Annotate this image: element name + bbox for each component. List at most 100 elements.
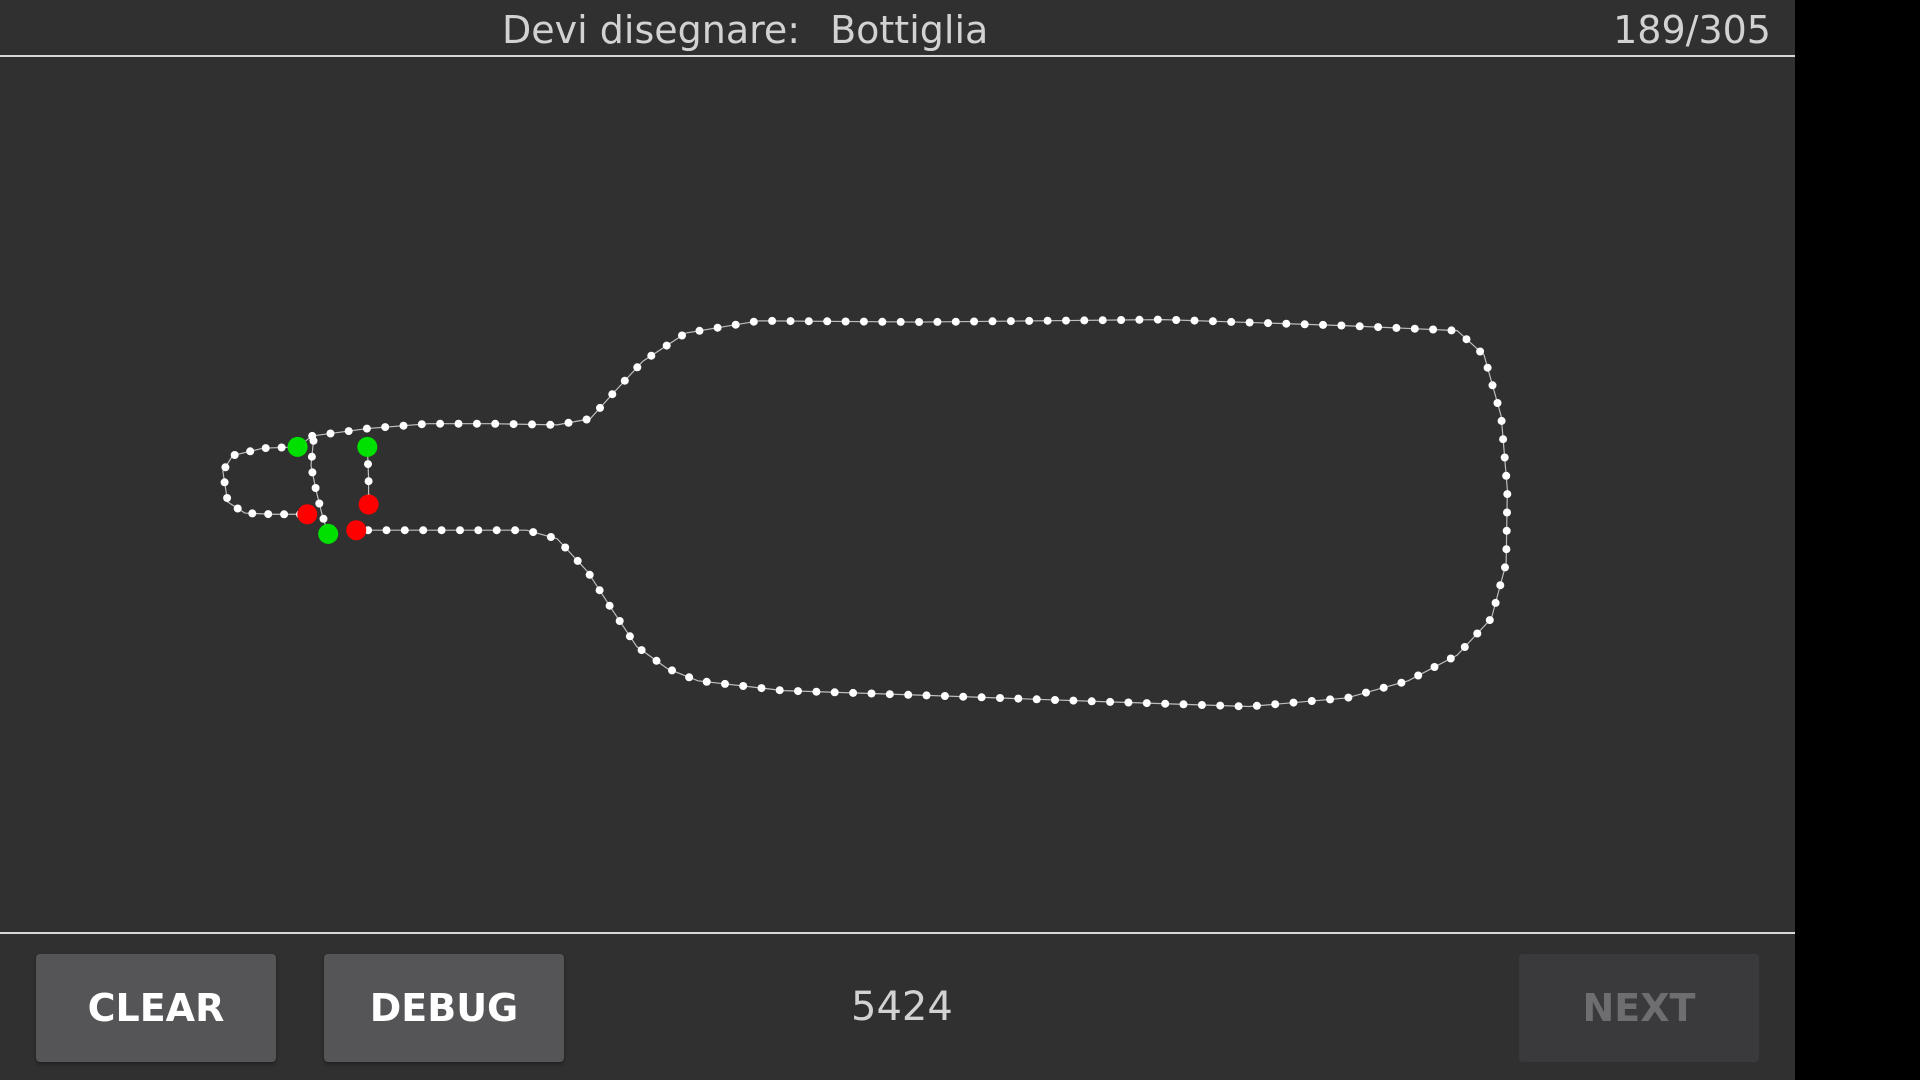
stroke-point	[608, 390, 617, 399]
stroke-point	[652, 656, 661, 665]
stroke-point	[1197, 701, 1206, 709]
stroke-point	[277, 443, 286, 452]
stroke-point	[382, 526, 391, 535]
stroke-point	[399, 421, 408, 430]
stroke-point	[830, 688, 839, 697]
stroke-point	[775, 686, 784, 695]
stroke-point	[492, 526, 501, 535]
stroke-point	[454, 419, 463, 428]
sketch-svg	[220, 315, 1512, 711]
stroke-point	[436, 419, 445, 428]
stroke-point	[1227, 317, 1236, 326]
stroke-point	[1497, 416, 1506, 425]
stroke-point	[582, 415, 591, 424]
stroke-point	[1460, 643, 1469, 651]
stroke-point	[1499, 435, 1508, 444]
stroke-point	[311, 484, 320, 492]
stroke-point	[996, 694, 1004, 702]
stroke-point	[1344, 693, 1353, 702]
stroke-point	[437, 526, 446, 535]
stroke-point	[620, 376, 629, 385]
stroke-point	[739, 682, 748, 690]
stroke-point	[261, 444, 270, 453]
stroke-point	[625, 632, 634, 641]
header-bar: Devi disegnare: Bottiglia 189/305	[0, 0, 1795, 57]
stroke-point	[1153, 315, 1162, 324]
stroke-point	[1414, 671, 1423, 680]
stroke-point	[662, 341, 671, 350]
stroke-point	[749, 317, 758, 326]
stroke-point	[1117, 316, 1126, 324]
stroke-point	[1503, 490, 1512, 499]
stroke-point	[904, 690, 913, 699]
stroke-point	[1462, 335, 1471, 344]
stroke-point	[1500, 453, 1509, 462]
stroke-point	[1043, 316, 1052, 325]
stroke-point	[546, 420, 555, 429]
stroke-point	[977, 693, 986, 702]
stroke-point	[1245, 318, 1254, 327]
stroke-point	[1234, 702, 1243, 711]
footer-bar: CLEAR DEBUG 5424 NEXT	[0, 936, 1795, 1080]
stroke-point	[1488, 381, 1497, 390]
end-marker	[346, 520, 367, 541]
start-marker	[357, 436, 378, 457]
stroke-point	[1502, 545, 1511, 554]
stroke-point	[867, 689, 876, 698]
stroke-point	[1216, 701, 1225, 710]
stroke-point	[1025, 316, 1034, 325]
stroke-point	[400, 526, 409, 535]
next-button[interactable]: NEXT	[1519, 954, 1759, 1062]
stroke-point	[1051, 696, 1059, 704]
stroke-point	[564, 418, 573, 427]
stroke-bottle-outline	[293, 315, 1512, 711]
stroke-point	[702, 677, 711, 686]
stroke-point	[309, 436, 318, 445]
drawing-app: Devi disegnare: Bottiglia 189/305 CLEAR D…	[0, 0, 1795, 1080]
stroke-point	[605, 601, 614, 610]
stroke-point	[1362, 688, 1370, 697]
stroke-point	[637, 646, 646, 655]
stroke-point	[1397, 678, 1406, 687]
stroke-point	[1502, 471, 1511, 480]
stroke-point	[678, 331, 686, 340]
stroke-point	[1264, 319, 1272, 328]
end-marker	[358, 494, 379, 515]
stroke-point	[1032, 695, 1041, 704]
stroke-point	[319, 514, 328, 523]
stroke-point	[546, 533, 555, 541]
stroke-point	[940, 692, 949, 700]
stroke-point	[573, 556, 582, 565]
stroke-point	[1430, 663, 1439, 671]
stroke-point	[647, 351, 656, 360]
start-marker	[287, 436, 308, 457]
stroke-point	[1476, 347, 1485, 356]
stroke-point	[456, 526, 464, 535]
stroke-point	[1124, 698, 1133, 707]
stroke-point	[1503, 508, 1511, 517]
stroke-point	[1337, 321, 1346, 330]
stroke-point	[1502, 526, 1511, 535]
stroke-point	[223, 494, 232, 502]
stroke-point	[1374, 323, 1383, 332]
drawing-canvas[interactable]	[0, 59, 1795, 934]
stroke-point	[713, 323, 722, 332]
stroke-point	[1098, 316, 1107, 325]
stroke-point	[915, 318, 924, 326]
clear-button[interactable]: CLEAR	[36, 954, 276, 1062]
stroke-point	[885, 690, 894, 699]
debug-button[interactable]: DEBUG	[324, 954, 564, 1062]
stroke-point	[1172, 316, 1181, 324]
stroke-point	[362, 424, 371, 433]
stroke-point	[1080, 316, 1089, 325]
stroke-point	[1307, 697, 1316, 705]
stroke-point	[248, 509, 257, 518]
stroke-point	[615, 617, 624, 625]
stroke-point	[472, 419, 481, 428]
stroke-point	[220, 478, 229, 487]
stroke-point	[668, 666, 676, 675]
stroke-point	[264, 510, 273, 519]
stroke-point	[491, 419, 500, 428]
score-value: 5424	[851, 984, 953, 1030]
stroke-point	[509, 420, 518, 429]
